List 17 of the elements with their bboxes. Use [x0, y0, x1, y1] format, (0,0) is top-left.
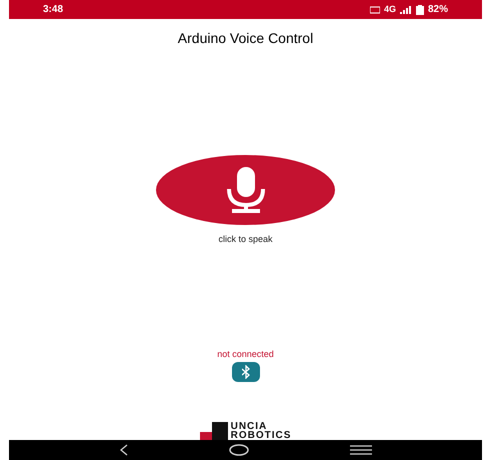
menu-icon[interactable]: [350, 445, 372, 456]
logo-text: ROBOTICS: [230, 431, 292, 440]
app-title: Arduino Voice Control: [178, 29, 314, 48]
network-type: 4G: [384, 2, 396, 16]
battery-icon: [416, 4, 424, 15]
speak-hint: click to speak: [218, 233, 273, 246]
clock-time: 3:48: [43, 3, 64, 18]
bluetooth-icon: [242, 365, 250, 380]
back-icon[interactable]: [120, 444, 128, 456]
logo-mark-icon: [200, 422, 228, 440]
microphone-icon: [226, 167, 266, 214]
bluetooth-button[interactable]: [232, 362, 260, 382]
home-icon[interactable]: [228, 444, 248, 456]
connection-status: not connected: [217, 348, 274, 361]
battery-level: 82%: [428, 3, 448, 18]
logo-text: UNCIA: [230, 422, 268, 432]
signal-icon: [400, 6, 412, 14]
